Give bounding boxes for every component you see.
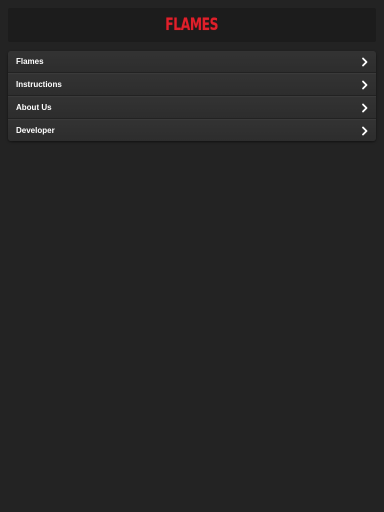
- chevron-right-icon: [362, 126, 368, 135]
- app-logo: FLAMES: [165, 15, 219, 35]
- chevron-right-icon: [362, 57, 368, 66]
- menu-item-label: Developer: [16, 126, 55, 135]
- menu-item-instructions[interactable]: Instructions: [8, 73, 376, 96]
- main-menu: Flames Instructions About Us Developer: [8, 51, 376, 141]
- app-screen: FLAMES Flames Instructions About Us Deve…: [0, 0, 384, 512]
- menu-item-flames[interactable]: Flames: [8, 51, 376, 73]
- menu-item-label: About Us: [16, 103, 52, 112]
- chevron-right-icon: [362, 80, 368, 89]
- menu-item-about-us[interactable]: About Us: [8, 96, 376, 119]
- chevron-right-icon: [362, 103, 368, 112]
- menu-item-label: Instructions: [16, 80, 62, 89]
- menu-item-label: Flames: [16, 57, 44, 66]
- menu-item-developer[interactable]: Developer: [8, 119, 376, 141]
- header-bar: FLAMES: [8, 8, 376, 42]
